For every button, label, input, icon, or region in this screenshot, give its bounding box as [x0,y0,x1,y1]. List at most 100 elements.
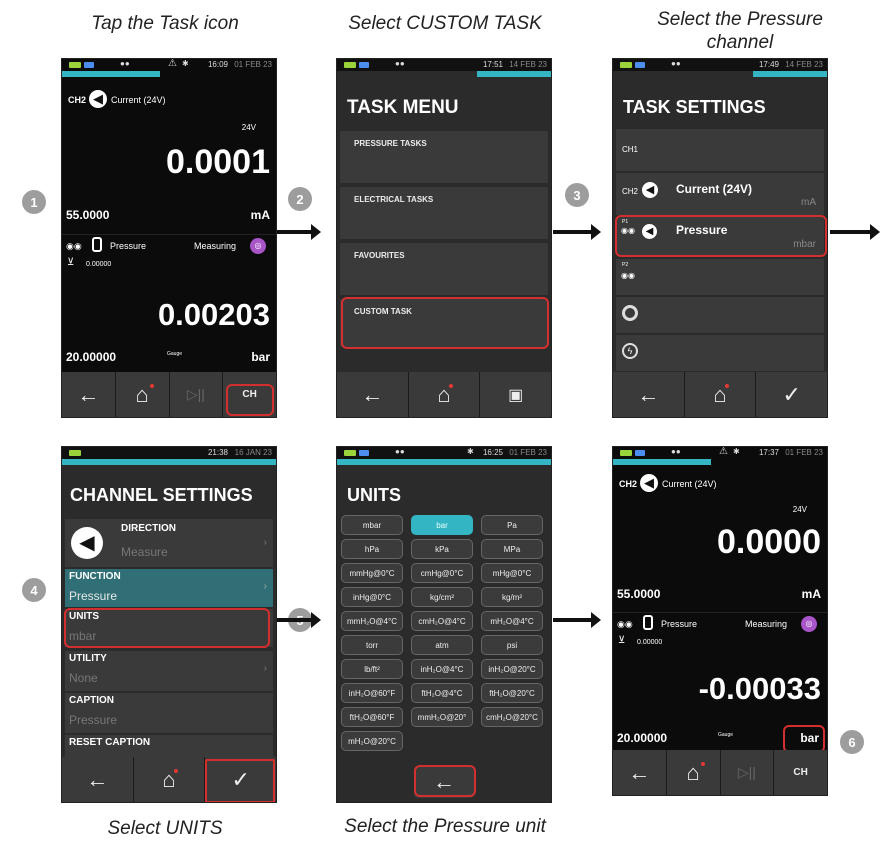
menu-electrical-tasks[interactable]: ELECTRICAL TASKS [340,187,548,239]
pressure-unit: bar [251,350,270,364]
date: 01 FEB 23 [509,448,547,457]
ch2-unit: mA [250,208,270,222]
highlight-units [64,608,270,648]
unit-button[interactable]: mmH₂O@4°C [341,611,403,631]
row-hart[interactable]: ϟ [616,335,824,371]
unit-button[interactable]: kg/cm² [411,587,473,607]
unit-button[interactable]: ftH₂O@4°C [411,683,473,703]
zero-icon: ⊻ [618,635,626,646]
battery-icon [344,450,356,456]
task-icon[interactable]: CH [774,750,827,795]
home-icon[interactable]: ⌂ [134,757,206,802]
back-arrow-icon[interactable]: ← [613,372,685,417]
back-arrow-icon[interactable]: ← [337,372,409,417]
unit-button[interactable]: cmH₂O@20°C [481,707,543,727]
unit-button[interactable]: inH₂O@4°C [411,659,473,679]
menu-label: PRESSURE TASKS [354,139,427,148]
home-icon[interactable]: ⌂ [685,372,757,417]
row-function[interactable]: FUNCTION Pressure › [65,569,273,607]
check-icon[interactable]: ✓ [756,372,827,417]
unit-button[interactable]: MPa [481,539,543,559]
unit-button[interactable]: Pa [481,515,543,535]
arrow-4-5 [277,612,321,628]
ch2-panel[interactable]: CH2 ◀ Current (24V) 24V 0.0000 55.0000 m… [613,469,827,609]
unit-button[interactable]: hPa [341,539,403,559]
menu-pressure-tasks[interactable]: PRESSURE TASKS [340,131,548,183]
unit-button[interactable]: mHg@0°C [481,563,543,583]
row-sensor[interactable] [616,297,824,333]
pressure-panel[interactable]: ◉◉ Pressure Measuring ◎ ⊻ 0.00000 0.0020… [62,234,276,374]
row-ch1[interactable]: CH1 [616,129,824,171]
menu-label: ELECTRICAL TASKS [354,195,434,204]
screen-task-settings: ●● 17:49 14 FEB 23 TASK SETTINGS CH1 CH2… [612,58,828,418]
arrow-1-2 [277,224,321,240]
row-ch2[interactable]: CH2 ◀ Current (24V) mA [616,173,824,215]
unit-button[interactable]: atm [411,635,473,655]
measuring-badge-icon: ◎ [250,238,266,254]
highlight-task-icon [226,384,274,416]
connection-icon [359,62,369,68]
connection-icon [359,450,369,456]
channel-dots-icon: ●● [395,59,405,68]
home-icon[interactable]: ⌂ [667,750,721,795]
caption-step2: Select CUSTOM TASK [348,13,542,34]
row-value: Pressure [69,713,118,727]
electrical-icon: ϟ [622,343,638,359]
measuring-badge-icon: ◎ [801,616,817,632]
unit-button[interactable]: cmH₂O@4°C [411,611,473,631]
date: 14 FEB 23 [509,60,547,69]
ch2-label: CH2 [619,479,638,489]
unit-button[interactable]: mbar [341,515,403,535]
step-badge-1: 1 [22,190,46,214]
unit-button[interactable]: inH₂O@60°F [341,683,403,703]
page-title: UNITS [347,485,401,505]
unit-button[interactable]: inHg@0°C [341,587,403,607]
unit-button[interactable]: bar [411,515,473,535]
home-icon[interactable]: ⌂ [116,372,170,417]
transducer-icon [643,615,653,630]
unit-button[interactable]: lb/ft² [341,659,403,679]
sensor-icon: ◉◉ [621,271,635,280]
play-pause-icon[interactable]: ▷|| [170,372,224,417]
highlight-check [205,759,275,802]
home-icon[interactable]: ⌂ [409,372,481,417]
unit-button[interactable]: inH₂O@20°C [481,659,543,679]
date: 16 JAN 23 [234,448,272,457]
bluetooth-icon: ✱ [467,447,474,456]
highlight-back [414,765,476,797]
unit-button[interactable]: mmHg@0°C [341,563,403,583]
save-icon[interactable]: ▣ [480,372,551,417]
back-arrow-icon[interactable]: ← [613,750,667,795]
unit-button[interactable]: ftH₂O@60°F [341,707,403,727]
pressure-name: Pressure [110,241,147,251]
ch2-panel[interactable]: CH2 ◀ Current (24V) 24V 0.0001 55.0000 m… [62,85,276,235]
unit-button[interactable]: mH₂O@20°C [341,731,403,751]
row-p2[interactable]: P2 ◉◉ [616,259,824,295]
back-arrow-icon[interactable]: ← [62,757,134,802]
back-arrow-icon[interactable]: ← [62,372,116,417]
unit-button[interactable]: torr [341,635,403,655]
direction-icon: ◀ [71,527,103,559]
unit-button[interactable]: kg/m² [481,587,543,607]
unit-button[interactable]: kPa [411,539,473,559]
progress-bar [613,459,712,465]
page-title: CHANNEL SETTINGS [70,485,253,505]
unit-button[interactable]: mmH₂O@20° [411,707,473,727]
highlight-custom-task [341,297,549,349]
channel-dots-icon: ●● [671,59,681,68]
screen-task-menu: ●● 17:51 14 FEB 23 TASK MENU PRESSURE TA… [336,58,552,418]
row-direction[interactable]: ◀ DIRECTION Measure › [65,519,273,567]
unit-button[interactable]: ftH₂O@20°C [481,683,543,703]
unit-button[interactable]: psi [481,635,543,655]
row-caption[interactable]: CAPTION Pressure [65,693,273,733]
ch2-unit-top: 24V [792,505,807,514]
unit-button[interactable]: cmHg@0°C [411,563,473,583]
unit-button[interactable]: mH₂O@4°C [481,611,543,631]
row-heading: FUNCTION [69,571,121,582]
row-utility[interactable]: UTILITY None › [65,651,273,691]
step-badge-4: 4 [22,578,46,602]
battery-icon [69,62,81,68]
row-reset-caption[interactable]: RESET CAPTION [65,735,273,757]
play-pause-icon[interactable]: ▷|| [721,750,775,795]
menu-favourites[interactable]: FAVOURITES [340,243,548,295]
